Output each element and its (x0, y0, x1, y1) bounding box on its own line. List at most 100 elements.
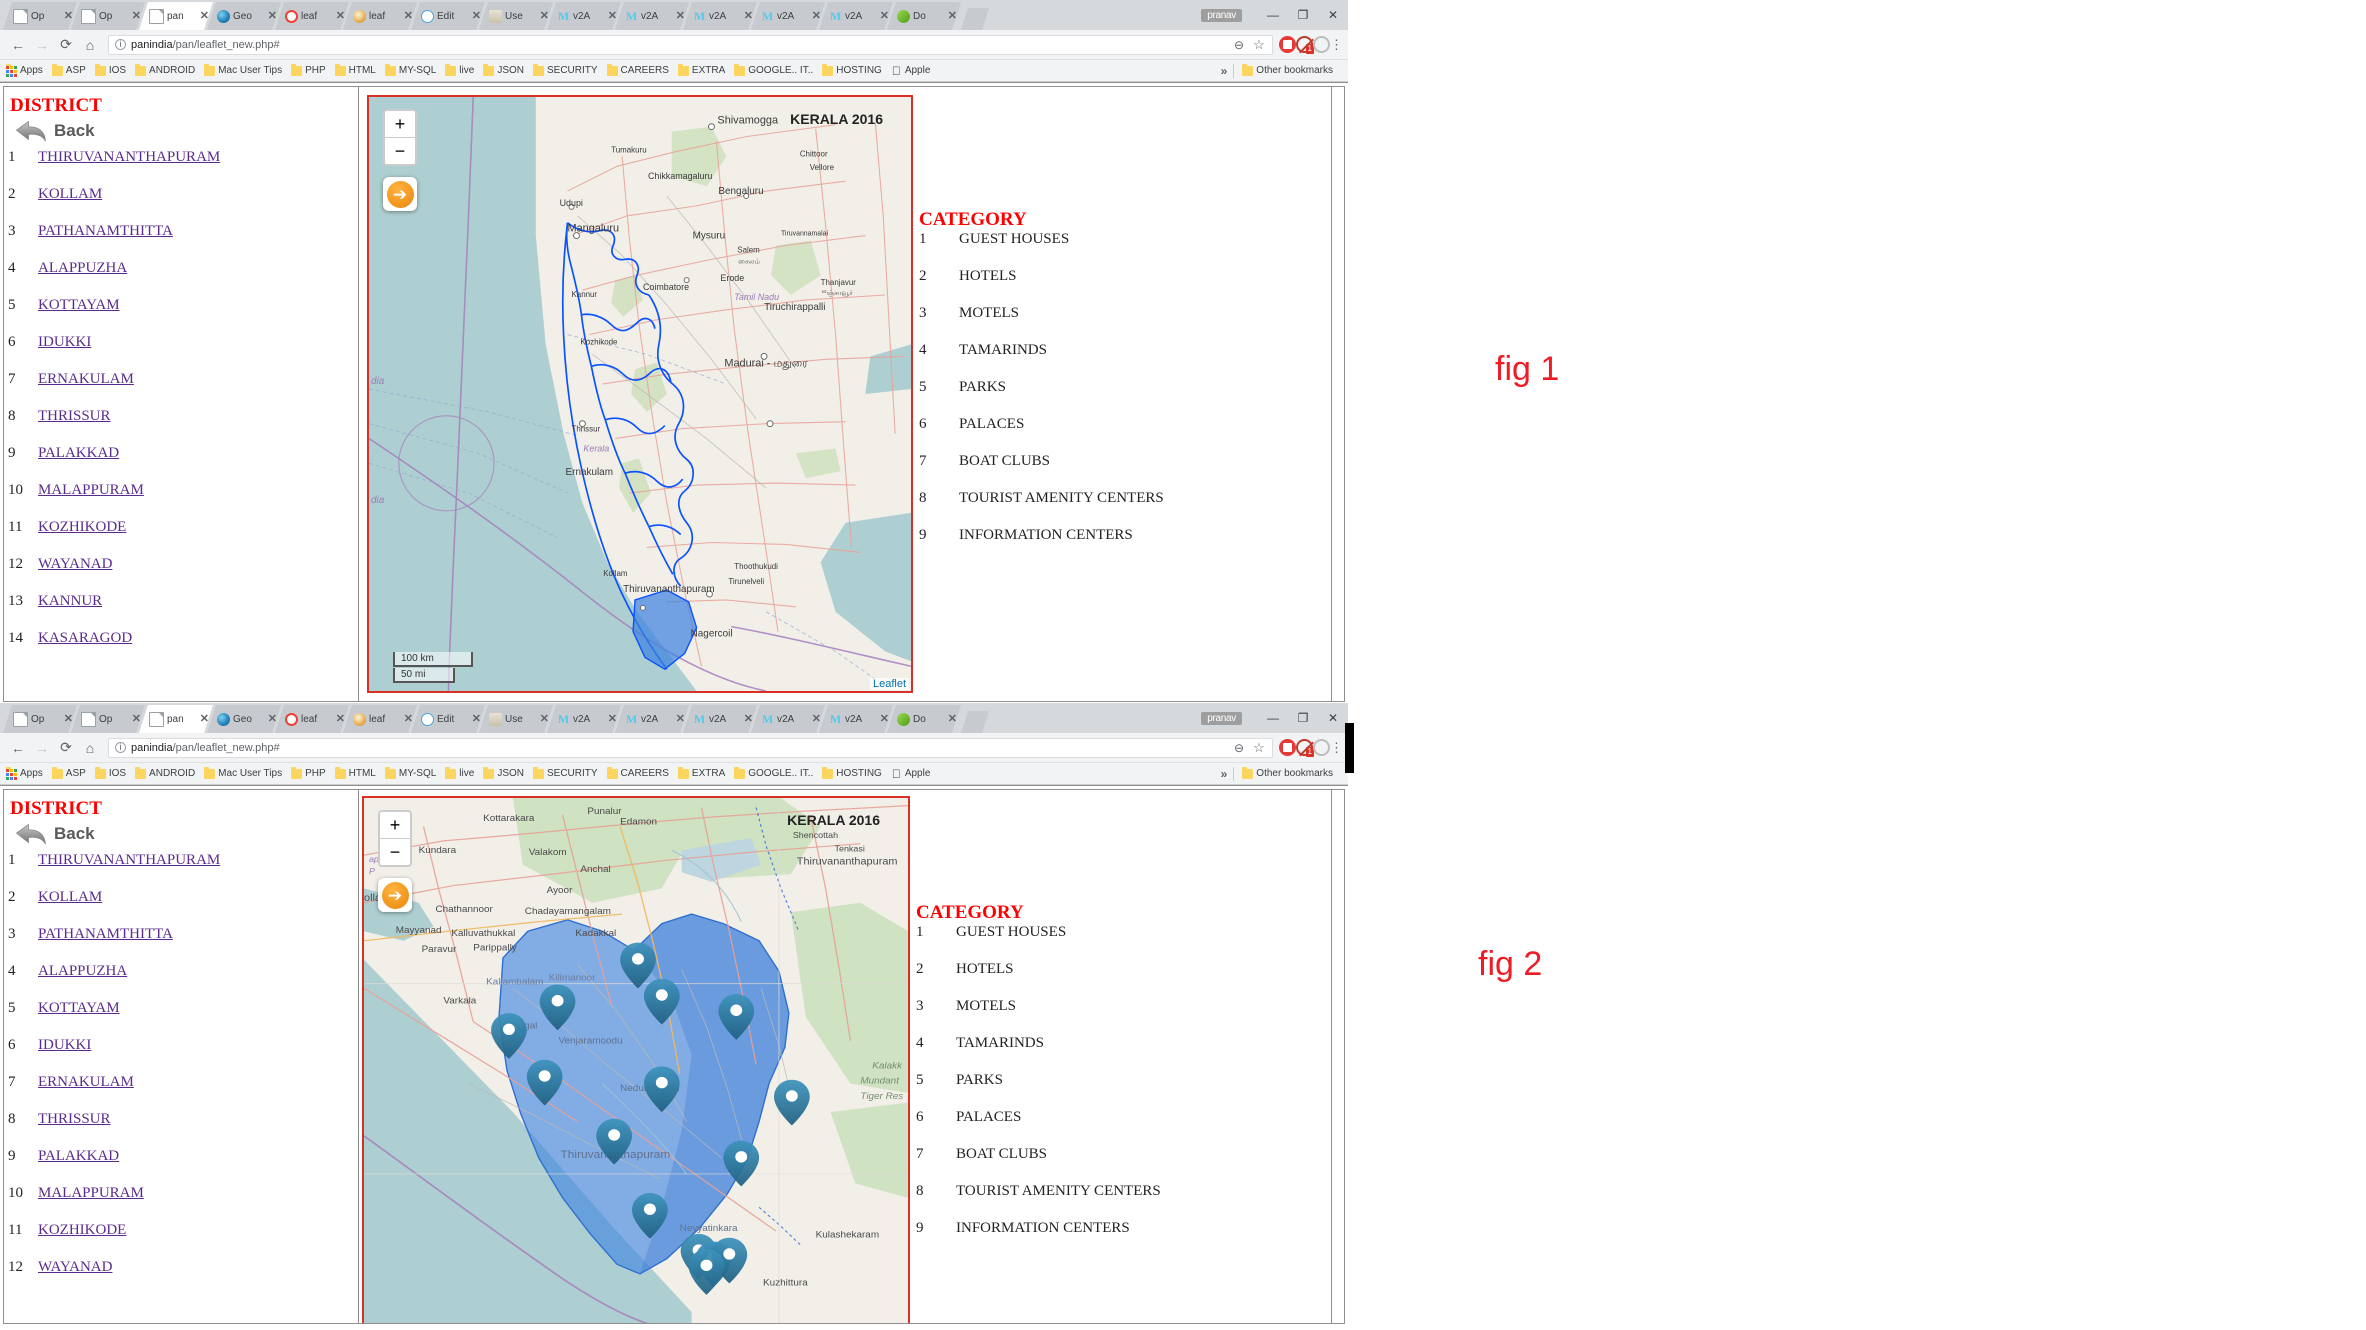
district-item-10[interactable]: 10 MALAPPURAM (4, 482, 358, 519)
district-item-3[interactable]: 3 PATHANAMTHITTA (4, 926, 358, 963)
profile-chip[interactable]: pranav (1201, 8, 1242, 22)
category-item-7[interactable]: 7 BOAT CLUBS (917, 453, 1344, 490)
bookmark-apps[interactable]: Apps (6, 63, 43, 77)
tab-close-icon[interactable]: ✕ (948, 714, 957, 725)
district-item-2[interactable]: 2 KOLLAM (4, 186, 358, 223)
district-item-9[interactable]: 9 PALAKKAD (4, 1148, 358, 1185)
district-item-5[interactable]: 5 KOTTAYAM (4, 1000, 358, 1037)
district-link[interactable]: IDUKKI (38, 334, 91, 351)
bookmark-apple[interactable]: Apple (891, 65, 931, 77)
district-link[interactable]: WAYANAD (38, 556, 112, 573)
bookmark-careers[interactable]: CAREERS (606, 766, 669, 779)
district-link[interactable]: ALAPPUZHA (38, 260, 127, 277)
address-bar[interactable]: i panindia/pan/leaflet_new.php# ⊖ ☆ (108, 737, 1273, 758)
tab-close-icon[interactable]: ✕ (812, 714, 821, 725)
tab-close-icon[interactable]: ✕ (336, 714, 345, 725)
tab-use[interactable]: Use ✕ (479, 2, 553, 30)
district-item-8[interactable]: 8 THRISSUR (4, 1111, 358, 1148)
bookmark-mac-user-tips[interactable]: Mac User Tips (204, 63, 282, 76)
adblock-extension-icon[interactable] (1279, 36, 1296, 53)
back-button[interactable]: ← (6, 37, 30, 53)
district-item-12[interactable]: 12 WAYANAD (4, 1259, 358, 1296)
tab-v2a-2[interactable]: Mv2A ✕ (615, 705, 689, 733)
tab-close-icon[interactable]: ✕ (404, 11, 413, 22)
minimize-button[interactable]: — (1258, 0, 1288, 30)
bookmark-ios[interactable]: IOS (94, 63, 126, 76)
bookmark-security[interactable]: SECURITY (532, 766, 598, 779)
map-back-button-1[interactable]: ➔ (383, 177, 417, 211)
district-item-2[interactable]: 2 KOLLAM (4, 889, 358, 926)
bookmark-android[interactable]: ANDROID (135, 766, 195, 779)
tab-close-icon[interactable]: ✕ (268, 714, 277, 725)
district-item-1[interactable]: 1 THIRUVANANTHAPURAM (4, 149, 358, 186)
tab-close-icon[interactable]: ✕ (540, 714, 549, 725)
back-row-2[interactable]: Back (14, 822, 358, 846)
district-item-7[interactable]: 7 ERNAKULAM (4, 371, 358, 408)
bookmark-extra[interactable]: EXTRA (677, 63, 725, 76)
bookmark-mac-user-tips[interactable]: Mac User Tips (204, 766, 282, 779)
tab-close-icon[interactable]: ✕ (200, 11, 209, 22)
district-link[interactable]: PALAKKAD (38, 445, 119, 462)
category-item-9[interactable]: 9 INFORMATION CENTERS (917, 527, 1344, 564)
district-item-4[interactable]: 4 ALAPPUZHA (4, 963, 358, 1000)
category-item-3[interactable]: 3 MOTELS (917, 305, 1344, 342)
close-button[interactable]: ✕ (1318, 0, 1348, 30)
tab-close-icon[interactable]: ✕ (472, 714, 481, 725)
district-item-9[interactable]: 9 PALAKKAD (4, 445, 358, 482)
tab-leaf-2[interactable]: leaf ✕ (343, 705, 417, 733)
tab-v2a-2[interactable]: Mv2A ✕ (615, 2, 689, 30)
address-bar[interactable]: i panindia/pan/leaflet_new.php# ⊖ ☆ (108, 34, 1273, 55)
bookmark-other[interactable]: Other bookmarks (1242, 63, 1333, 76)
back-button[interactable]: ← (6, 740, 30, 756)
district-link[interactable]: MALAPPURAM (38, 1185, 144, 1202)
minimize-button[interactable]: — (1258, 703, 1288, 733)
bookmark-careers[interactable]: CAREERS (606, 63, 669, 76)
category-item-5[interactable]: 5 PARKS (914, 1072, 1344, 1109)
bookmark-ios[interactable]: IOS (94, 766, 126, 779)
forward-button[interactable]: → (30, 740, 54, 756)
district-link[interactable]: ERNAKULAM (38, 1074, 134, 1091)
chrome-menu-icon[interactable]: ⋮ (1330, 38, 1343, 51)
district-link[interactable]: KOTTAYAM (38, 1000, 120, 1017)
tab-do[interactable]: Do ✕ (887, 705, 961, 733)
bookmark-html[interactable]: HTML (334, 63, 376, 76)
bookmark-php[interactable]: PHP (291, 63, 326, 76)
district-link[interactable]: KOTTAYAM (38, 297, 120, 314)
district-link[interactable]: KOZHIKODE (38, 519, 126, 536)
district-item-1[interactable]: 1 THIRUVANANTHAPURAM (4, 852, 358, 889)
district-link[interactable]: THRISSUR (38, 408, 111, 425)
tab-close-icon[interactable]: ✕ (676, 11, 685, 22)
bookmark-json[interactable]: JSON (483, 63, 524, 76)
blocker-extension-icon[interactable]: 1 (1296, 36, 1314, 54)
maximize-button[interactable]: ❐ (1288, 0, 1318, 30)
zoom-out-icon[interactable]: ⊖ (1232, 741, 1246, 755)
leaflet-attribution-1[interactable]: Leaflet (869, 678, 909, 690)
district-link[interactable]: MALAPPURAM (38, 482, 144, 499)
tab-edit[interactable]: Edit ✕ (411, 705, 485, 733)
category-item-3[interactable]: 3 MOTELS (914, 998, 1344, 1035)
bookmark-html[interactable]: HTML (334, 766, 376, 779)
category-item-5[interactable]: 5 PARKS (917, 379, 1344, 416)
bookmark-mysql[interactable]: MY-SQL (384, 63, 436, 76)
tab-use[interactable]: Use ✕ (479, 705, 553, 733)
blocker-extension-icon[interactable]: 1 (1296, 739, 1314, 757)
tab-pan-active[interactable]: pan ✕ (139, 2, 213, 30)
category-item-4[interactable]: 4 TAMARINDS (914, 1035, 1344, 1072)
tab-close-icon[interactable]: ✕ (472, 11, 481, 22)
tab-close-icon[interactable]: ✕ (608, 11, 617, 22)
category-item-6[interactable]: 6 PALACES (917, 416, 1344, 453)
tab-close-icon[interactable]: ✕ (336, 11, 345, 22)
profile-chip[interactable]: pranav (1201, 711, 1242, 725)
bookmark-apps[interactable]: Apps (6, 766, 43, 780)
tab-close-icon[interactable]: ✕ (64, 714, 73, 725)
district-item-6[interactable]: 6 IDUKKI (4, 1037, 358, 1074)
chrome-menu-icon[interactable]: ⋮ (1330, 741, 1343, 754)
district-item-11[interactable]: 11 KOZHIKODE (4, 1222, 358, 1259)
district-link[interactable]: WAYANAD (38, 1259, 112, 1276)
tab-v2a-5[interactable]: Mv2A ✕ (819, 705, 893, 733)
tab-leaf-1[interactable]: leaf ✕ (275, 705, 349, 733)
info-icon[interactable]: i (115, 742, 126, 753)
bookmark-android[interactable]: ANDROID (135, 63, 195, 76)
zoom-out-button[interactable]: − (385, 138, 415, 164)
home-button[interactable]: ⌂ (78, 740, 102, 756)
